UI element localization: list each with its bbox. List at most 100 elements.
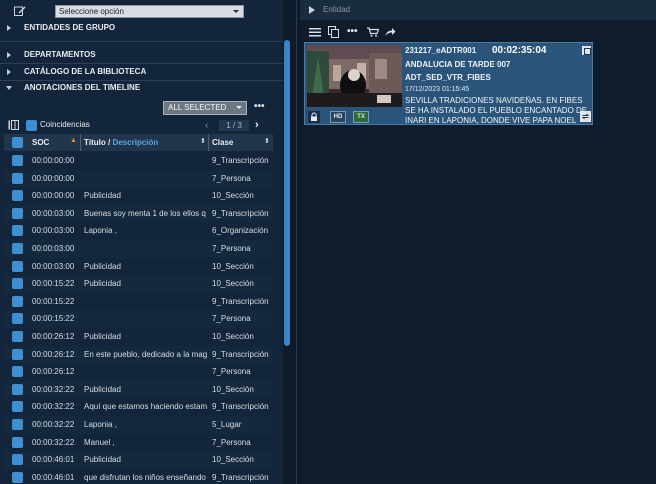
row-checkbox[interactable]	[12, 348, 23, 360]
row-checkbox[interactable]	[12, 155, 23, 166]
row-checkbox[interactable]	[12, 278, 23, 290]
expand-icon[interactable]	[582, 46, 591, 55]
play-icon[interactable]	[309, 6, 315, 14]
row-checkbox[interactable]	[12, 454, 23, 466]
column-header-clase[interactable]: Clase	[212, 138, 233, 147]
more-options-icon[interactable]: •••	[254, 101, 265, 112]
table-row[interactable]: 00:00:15:22 Publicidad 10_Sección	[4, 275, 273, 293]
row-checkbox[interactable]	[12, 207, 23, 219]
cell-soc: 00:00:03:00	[32, 244, 75, 253]
table-row[interactable]: 00:00:46:01 que disfrutan los niños enseñ…	[4, 469, 273, 484]
chevron-right-icon[interactable]: ›	[255, 119, 259, 131]
row-checkbox[interactable]	[12, 172, 23, 184]
row-checkbox[interactable]	[12, 313, 23, 325]
table-row[interactable]: 00:00:00:00 7_Persona	[4, 169, 273, 188]
table-row[interactable]: 00:00:26:12 Publicidad 10_Sección	[4, 328, 273, 346]
descripcion-label[interactable]: Descripción	[112, 138, 158, 147]
section-entidades-de-grupo[interactable]: ENTIDADES DE GRUPO	[0, 20, 283, 36]
more-options-icon[interactable]: •••	[347, 26, 358, 37]
lock-icon[interactable]	[308, 111, 320, 123]
section-departamentos[interactable]: DEPARTAMENTOS	[0, 47, 283, 63]
media-card[interactable]: 231217_eADTR001 00:02:35:04 ANDALUCIA DE…	[304, 42, 593, 125]
cell-soc: 00:00:46:01	[32, 455, 75, 465]
media-datetime: 17/12/2023 01:15:45	[405, 86, 470, 93]
caret-right-icon	[7, 52, 11, 58]
cell-soc: 00:00:15:22	[32, 296, 75, 306]
sort-asc-icon[interactable]: ▲	[70, 137, 77, 144]
copy-icon[interactable]	[328, 26, 339, 38]
table-row[interactable]: 00:00:32:22 Laponia , 5_Lugar	[4, 416, 273, 434]
sort-icon[interactable]: ⬍	[200, 137, 206, 145]
select-all-checkbox[interactable]	[12, 137, 23, 148]
table-row[interactable]: 00:00:32:22 Manuel , 7_Persona	[4, 434, 273, 452]
cell-soc: 00:00:00:00	[32, 156, 75, 165]
row-checkbox[interactable]	[12, 383, 23, 395]
row-checkbox[interactable]	[12, 225, 23, 237]
table-row[interactable]: 00:00:03:00 Laponia , 6_Organización	[4, 222, 273, 240]
cell-clase: 9_Transcripción	[212, 208, 269, 218]
table-row[interactable]: 00:00:46:01 Publicidad 10_Sección	[4, 451, 273, 469]
titulo-label: Título	[84, 138, 106, 147]
column-header-titulo[interactable]: Título / Descripción	[84, 138, 158, 147]
row-checkbox[interactable]	[12, 243, 23, 254]
table-header: SOC ▲ Título / Descripción ⬍ Clase ⬍	[4, 134, 273, 151]
coincidencias-checkbox[interactable]	[26, 120, 37, 131]
cell-clase: 9_Transcripción	[212, 472, 269, 482]
cell-soc: 00:00:26:12	[32, 349, 75, 359]
cell-clase: 10_Sección	[212, 191, 254, 201]
section-anotaciones-timeline[interactable]: ANOTACIONES DEL TIMELINE	[0, 80, 283, 96]
table-row[interactable]: 00:00:00:00 9_Transcripción	[4, 152, 273, 170]
cell-soc: 00:00:46:01	[32, 472, 75, 482]
table-row[interactable]: 00:00:15:22 9_Transcripción	[4, 293, 273, 311]
section-label: DEPARTAMENTOS	[24, 50, 96, 59]
loop-icon[interactable]	[580, 111, 591, 122]
share-icon[interactable]	[385, 27, 396, 37]
column-header-soc[interactable]: SOC	[32, 138, 49, 147]
row-checkbox[interactable]	[12, 331, 23, 342]
cell-titulo: Publicidad	[84, 332, 121, 341]
row-checkbox[interactable]	[12, 366, 23, 378]
vertical-scrollbar[interactable]	[284, 40, 290, 346]
table-row[interactable]: 00:00:00:00 Publicidad 10_Sección	[4, 187, 273, 205]
columns-icon[interactable]	[8, 120, 19, 130]
table-row[interactable]: 00:00:03:00 7_Persona	[4, 240, 273, 258]
chevron-down-icon	[236, 106, 242, 109]
table-row[interactable]: 00:00:03:00 Buenas soy menta 1 de los ell…	[4, 204, 273, 223]
cell-soc: 00:00:32:22	[32, 384, 75, 394]
table-row[interactable]: 00:00:32:22 Publicidad 10_Sección	[4, 380, 273, 399]
row-checkbox[interactable]	[12, 260, 23, 272]
row-checkbox[interactable]	[12, 190, 23, 202]
cell-clase: 10_Sección	[212, 261, 254, 271]
media-id: 231217_eADTR001	[405, 46, 477, 55]
filter-select[interactable]: ALL SELECTED	[163, 101, 247, 115]
cell-titulo: Publicidad	[84, 261, 121, 271]
cell-clase: 9_Transcripción	[212, 402, 269, 412]
row-checkbox[interactable]	[12, 471, 23, 483]
cart-icon[interactable]	[367, 27, 379, 37]
row-checkbox[interactable]	[12, 436, 23, 448]
entidad-bar: Entidad	[300, 0, 656, 20]
table-row[interactable]: 00:00:03:00 Publicidad 10_Sección	[4, 258, 273, 276]
coincidencias-label: Coincidencias	[40, 120, 90, 129]
menu-icon[interactable]	[309, 26, 321, 38]
row-checkbox[interactable]	[12, 401, 23, 413]
option-select[interactable]: Seleccione opción	[55, 5, 244, 18]
caret-right-icon	[7, 69, 11, 75]
edit-icon[interactable]	[14, 5, 26, 16]
column-divider	[80, 134, 81, 151]
cell-clase: 9_Transcripción	[212, 296, 269, 306]
table-row[interactable]: 00:00:15:22 7_Persona	[4, 310, 273, 328]
right-panel: Entidad ••• 231217_eADTR001 00:02:35:04 …	[300, 0, 656, 484]
cell-clase: 6_Organización	[212, 226, 269, 236]
cell-titulo: Manuel ,	[84, 437, 115, 447]
video-thumbnail[interactable]	[307, 45, 402, 107]
table-row[interactable]: 00:00:26:12 7_Persona	[4, 363, 273, 381]
chevron-left-icon[interactable]: ‹	[205, 120, 208, 131]
row-checkbox[interactable]	[12, 419, 23, 430]
table-row[interactable]: 00:00:26:12 En este pueblo, dedicado a la…	[4, 345, 273, 364]
row-checkbox[interactable]	[12, 295, 23, 307]
panel-splitter[interactable]	[296, 0, 297, 484]
sort-icon[interactable]: ⬍	[264, 137, 270, 145]
section-catalogo-biblioteca[interactable]: CATÁLOGO DE LA BIBLIOTECA	[0, 64, 283, 80]
table-row[interactable]: 00:00:32:22 Aquí que estamos haciendo est…	[4, 398, 273, 416]
